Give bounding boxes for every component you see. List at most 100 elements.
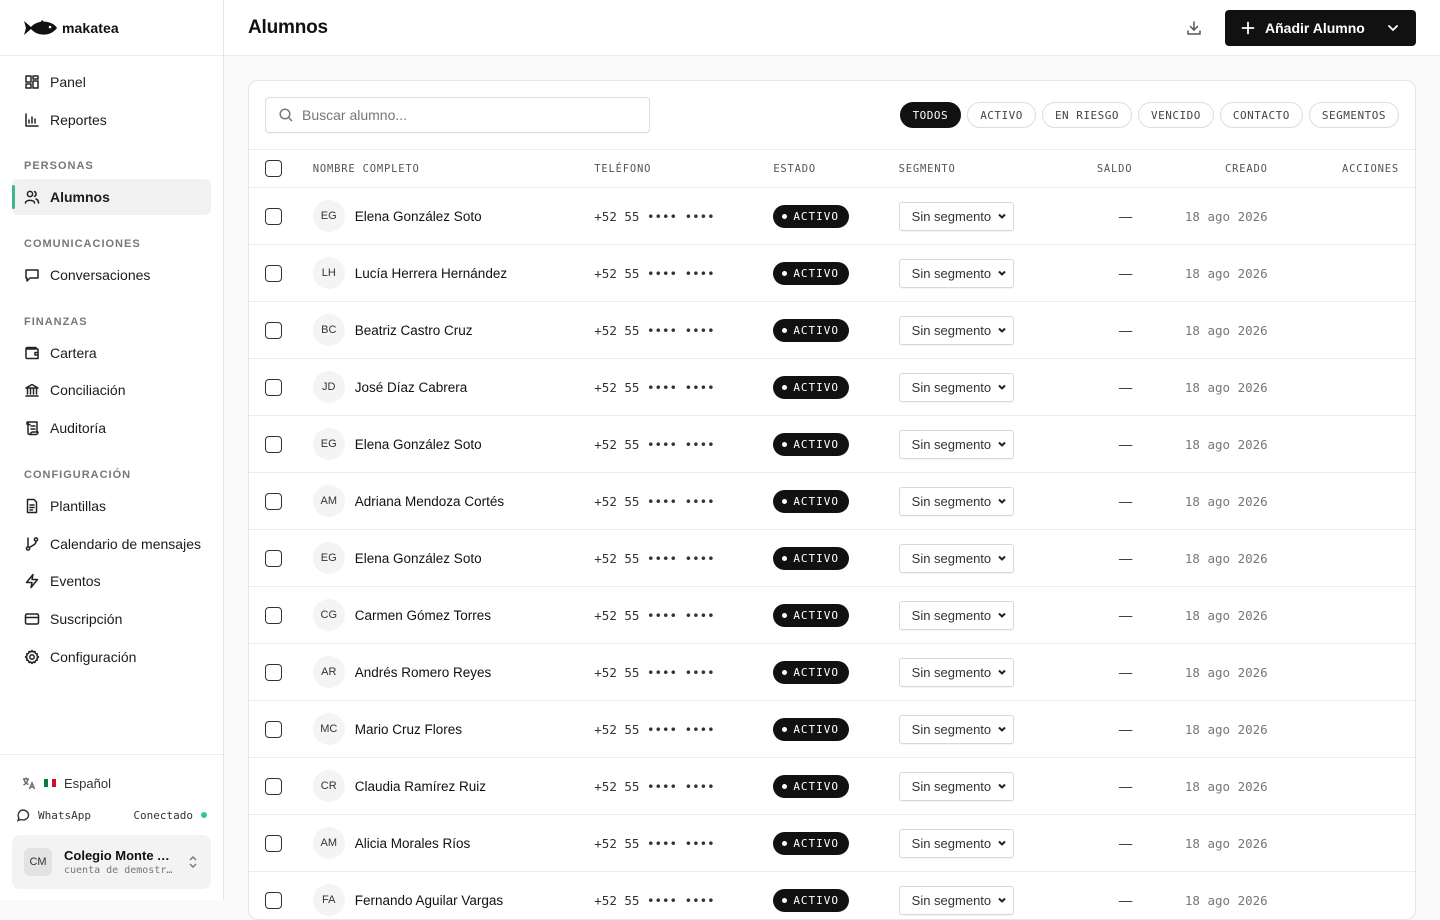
phone-cell: +52 55 •••• •••• bbox=[594, 493, 715, 509]
student-name[interactable]: Lucía Herrera Hernández bbox=[355, 266, 507, 281]
chevron-down-icon bbox=[997, 555, 1006, 561]
chevron-down-icon bbox=[997, 384, 1006, 390]
sidebar-item-plantillas[interactable]: Plantillas bbox=[12, 488, 211, 524]
table-row[interactable]: CR Claudia Ramírez Ruiz +52 55 •••• •••• AC… bbox=[249, 758, 1415, 815]
row-checkbox[interactable] bbox=[265, 891, 282, 909]
filter-chip[interactable]: TODOS bbox=[899, 102, 962, 128]
filter-chip[interactable]: SEGMENTOS bbox=[1308, 102, 1399, 128]
student-name[interactable]: Beatriz Castro Cruz bbox=[355, 323, 473, 338]
column-header-segment[interactable]: SEGMENTO bbox=[899, 163, 1052, 175]
row-checkbox[interactable] bbox=[265, 435, 282, 453]
row-checkbox[interactable] bbox=[265, 663, 282, 681]
filter-chip[interactable]: EN RIESGO bbox=[1041, 102, 1133, 128]
sidebar-item-label: Suscripción bbox=[50, 610, 123, 627]
sidebar-item-calendario-de-mensajes[interactable]: Calendario de mensajes bbox=[12, 526, 211, 562]
sidebar-item-panel[interactable]: Panel bbox=[12, 64, 211, 100]
student-name[interactable]: Carmen Gómez Torres bbox=[355, 608, 491, 623]
filter-chip[interactable]: ACTIVO bbox=[967, 102, 1036, 128]
row-checkbox[interactable] bbox=[265, 207, 282, 225]
student-name[interactable]: Claudia Ramírez Ruiz bbox=[355, 779, 486, 794]
sidebar-item-configuracion[interactable]: Configuración bbox=[12, 639, 211, 675]
segment-select[interactable]: Sin segmento bbox=[898, 828, 1014, 858]
segment-select[interactable]: Sin segmento bbox=[898, 771, 1014, 801]
row-checkbox[interactable] bbox=[265, 606, 282, 624]
student-name[interactable]: Mario Cruz Flores bbox=[355, 722, 462, 737]
row-checkbox[interactable] bbox=[265, 378, 282, 396]
column-header-balance[interactable]: SALDO bbox=[1052, 163, 1133, 175]
search-input[interactable] bbox=[302, 107, 622, 123]
status-badge: ACTIVO bbox=[773, 318, 850, 342]
sidebar-item-conversaciones[interactable]: Conversaciones bbox=[12, 257, 211, 293]
sidebar-item-conciliacion[interactable]: Conciliación bbox=[12, 372, 211, 408]
segment-select[interactable]: Sin segmento bbox=[898, 885, 1014, 915]
sidebar-item-alumnos[interactable]: Alumnos bbox=[12, 179, 211, 216]
brand[interactable]: makatea bbox=[0, 0, 223, 56]
row-checkbox[interactable] bbox=[265, 264, 282, 282]
name-cell: LH Lucía Herrera Hernández bbox=[312, 257, 595, 289]
table-row[interactable]: MC Mario Cruz Flores +52 55 •••• •••• ACTIV… bbox=[249, 701, 1415, 758]
sidebar-item-cartera[interactable]: Cartera bbox=[12, 335, 211, 371]
table-row[interactable]: EG Elena González Soto +52 55 •••• •••• ACT… bbox=[249, 188, 1415, 245]
table-row[interactable]: AM Alicia Morales Ríos +52 55 •••• •••• ACT… bbox=[249, 815, 1415, 872]
sidebar-item-suscripcion[interactable]: Suscripción bbox=[12, 601, 211, 637]
segment-select[interactable]: Sin segmento bbox=[898, 258, 1014, 288]
segment-value: Sin segmento bbox=[911, 550, 992, 566]
segment-select[interactable]: Sin segmento bbox=[898, 201, 1014, 231]
language-selector[interactable]: Español bbox=[12, 769, 211, 797]
segment-value: Sin segmento bbox=[911, 265, 992, 281]
segment-select[interactable]: Sin segmento bbox=[898, 486, 1014, 516]
balance-cell: — bbox=[1118, 607, 1133, 623]
table-row[interactable]: CG Carmen Gómez Torres +52 55 •••• •••• ACT… bbox=[249, 587, 1415, 644]
segment-select[interactable]: Sin segmento bbox=[898, 543, 1014, 573]
row-checkbox[interactable] bbox=[265, 834, 282, 852]
name-cell: CG Carmen Gómez Torres bbox=[312, 599, 595, 631]
student-name[interactable]: Elena González Soto bbox=[355, 437, 482, 452]
student-name[interactable]: Fernando Aguilar Vargas bbox=[355, 893, 503, 908]
row-select-cell bbox=[249, 492, 313, 510]
row-checkbox[interactable] bbox=[265, 777, 282, 795]
table-row[interactable]: LH Lucía Herrera Hernández +52 55 •••• •••… bbox=[249, 245, 1415, 302]
table-row[interactable]: AR Andrés Romero Reyes +52 55 •••• •••• ACT… bbox=[249, 644, 1415, 701]
segment-select[interactable]: Sin segmento bbox=[898, 714, 1014, 744]
sidebar-item-reportes[interactable]: Reportes bbox=[12, 102, 211, 138]
filter-chip[interactable]: CONTACTO bbox=[1219, 102, 1303, 128]
column-header-phone[interactable]: TELÉFONO bbox=[594, 163, 773, 175]
select-all-checkbox[interactable] bbox=[265, 160, 282, 177]
organization-switcher[interactable]: CM Colegio Monte A... cuenta de demostr.… bbox=[12, 835, 211, 889]
column-header-name[interactable]: NOMBRE COMPLETO bbox=[313, 163, 595, 175]
table-row[interactable]: EG Elena González Soto +52 55 •••• •••• ACT… bbox=[249, 416, 1415, 473]
column-header-created[interactable]: CREADO bbox=[1132, 163, 1267, 175]
filter-chip[interactable]: VENCIDO bbox=[1138, 102, 1214, 128]
row-checkbox[interactable] bbox=[265, 549, 282, 567]
segment-select[interactable]: Sin segmento bbox=[898, 372, 1014, 402]
created-cell: 18 ago 2026 bbox=[1184, 379, 1268, 395]
table-row[interactable]: BC Beatriz Castro Cruz +52 55 •••• •••• ACT… bbox=[249, 302, 1415, 359]
balance-cell: — bbox=[1118, 436, 1133, 452]
student-name[interactable]: Andrés Romero Reyes bbox=[355, 665, 492, 680]
sidebar-item-eventos[interactable]: Eventos bbox=[12, 563, 211, 599]
download-button[interactable] bbox=[1177, 11, 1211, 45]
table-row[interactable]: EG Elena González Soto +52 55 •••• •••• ACT… bbox=[249, 530, 1415, 587]
add-student-button[interactable]: Añadir Alumno bbox=[1225, 9, 1416, 46]
segment-select[interactable]: Sin segmento bbox=[898, 429, 1014, 459]
column-header-status[interactable]: ESTADO bbox=[773, 163, 898, 175]
row-checkbox[interactable] bbox=[265, 492, 282, 510]
student-name[interactable]: Elena González Soto bbox=[355, 551, 482, 566]
row-checkbox[interactable] bbox=[265, 321, 282, 339]
student-name[interactable]: Elena González Soto bbox=[355, 209, 482, 224]
sidebar-item-auditoria[interactable]: Auditoría bbox=[12, 410, 211, 446]
segment-select[interactable]: Sin segmento bbox=[898, 315, 1014, 345]
row-select-cell bbox=[249, 549, 313, 567]
chevron-down-icon[interactable] bbox=[1386, 21, 1400, 35]
segment-select[interactable]: Sin segmento bbox=[898, 600, 1014, 630]
scroll-icon bbox=[26, 421, 39, 436]
table-row[interactable]: AM Adriana Mendoza Cortés +52 55 •••• ••••… bbox=[249, 473, 1415, 530]
segment-select[interactable]: Sin segmento bbox=[898, 657, 1014, 687]
student-name[interactable]: Alicia Morales Ríos bbox=[355, 836, 471, 851]
row-checkbox[interactable] bbox=[265, 720, 282, 738]
student-name[interactable]: José Díaz Cabrera bbox=[355, 380, 468, 395]
table-row[interactable]: FA Fernando Aguilar Vargas +52 55 •••• •••… bbox=[249, 872, 1415, 919]
table-row[interactable]: JD José Díaz Cabrera +52 55 •••• •••• ACTIV… bbox=[249, 359, 1415, 416]
student-name[interactable]: Adriana Mendoza Cortés bbox=[355, 494, 504, 509]
status-cell: ACTIVO bbox=[773, 318, 898, 342]
